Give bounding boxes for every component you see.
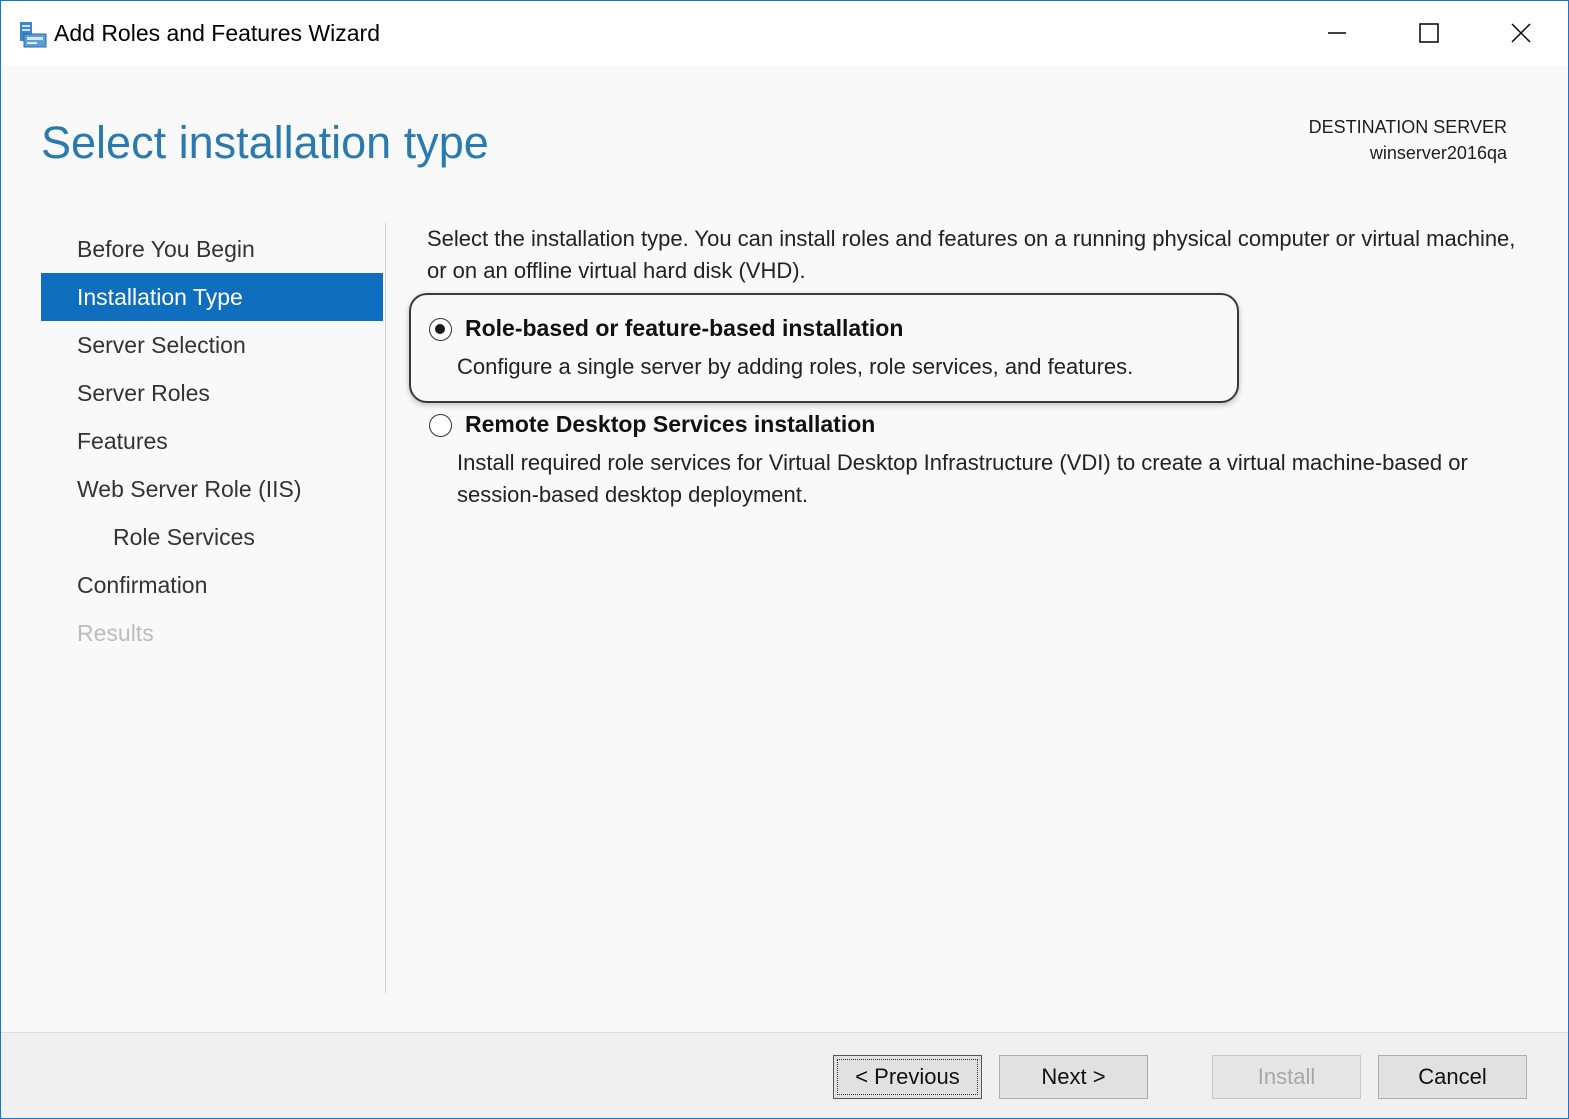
nav-item-server-roles[interactable]: Server Roles [41, 369, 383, 417]
option-description: Install required role services for Virtu… [457, 450, 1468, 507]
option-title[interactable]: Role-based or feature-based installation [465, 315, 903, 342]
nav-item-results: Results [77, 620, 154, 646]
window-title: Add Roles and Features Wizard [54, 20, 380, 46]
nav-item-before-you-begin[interactable]: Before You Begin [41, 225, 383, 273]
nav-item-web-server-role[interactable]: Web Server Role (IIS) [41, 465, 383, 513]
previous-button[interactable]: < Previous [833, 1055, 982, 1099]
cancel-button[interactable]: Cancel [1378, 1055, 1527, 1099]
option-title[interactable]: Remote Desktop Services installation [465, 411, 875, 438]
nav-item-installation-type[interactable]: Installation Type [41, 273, 383, 321]
nav-item-confirmation[interactable]: Confirmation [41, 561, 383, 609]
nav-item-features[interactable]: Features [41, 417, 383, 465]
main-content: Select the installation type. You can in… [427, 223, 1537, 507]
wizard-window: Add Roles and Features Wizard Select ins… [0, 0, 1569, 1119]
next-button[interactable]: Next > [999, 1055, 1148, 1099]
radio-role-based[interactable] [429, 318, 452, 341]
maximize-button[interactable] [1383, 1, 1475, 65]
radio-selected-dot [435, 324, 445, 334]
title-bar: Add Roles and Features Wizard [1, 1, 1568, 65]
radio-remote-desktop[interactable] [429, 414, 452, 437]
minimize-button[interactable] [1291, 1, 1383, 65]
nav-item-role-services[interactable]: Role Services [41, 513, 383, 561]
install-button: Install [1212, 1055, 1361, 1099]
highlight-callout [409, 293, 1239, 403]
close-button[interactable] [1475, 1, 1567, 65]
destination-server-value: winserver2016qa [1369, 143, 1507, 163]
minimize-icon [1328, 32, 1346, 34]
page-title: Select installation type [41, 117, 489, 168]
close-icon [1511, 23, 1531, 43]
destination-server-label: DESTINATION SERVER [1308, 117, 1507, 137]
focus-rectangle [837, 1059, 978, 1095]
wizard-nav: Before You Begin Installation Type Serve… [41, 225, 383, 657]
option-description: Configure a single server by adding role… [457, 354, 1134, 379]
intro-text: Select the installation type. You can in… [427, 226, 1516, 283]
footer-bar: < Previous Next > Install Cancel [1, 1032, 1568, 1118]
nav-item-server-selection[interactable]: Server Selection [41, 321, 383, 369]
server-manager-icon [20, 22, 47, 48]
maximize-icon [1419, 23, 1439, 43]
nav-divider [385, 223, 386, 993]
